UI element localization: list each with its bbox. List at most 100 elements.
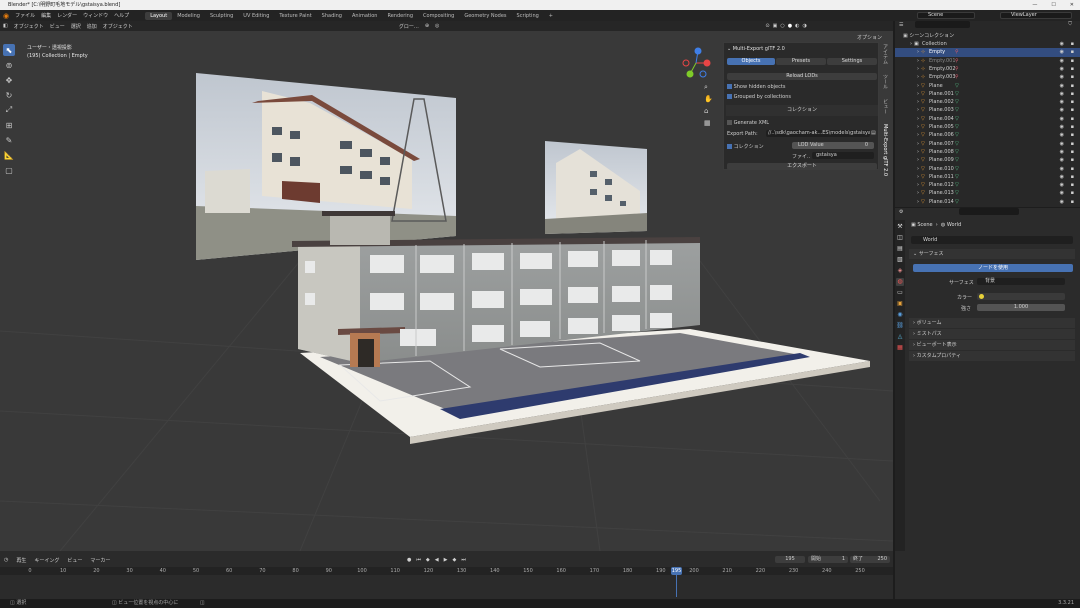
render-camera-icon[interactable]: ▪ (1071, 131, 1074, 139)
orientation-selector[interactable]: グロー… (399, 23, 419, 30)
add-workspace-icon[interactable]: + (544, 12, 558, 20)
render-camera-icon[interactable]: ▪ (1071, 181, 1074, 189)
outliner-object-row[interactable]: › ⊹ Empty.001 ⚲ ◉ ▪ (895, 57, 1080, 65)
next-keyframe-icon[interactable]: ◆ (452, 557, 456, 563)
move-tool-icon[interactable]: ✥ (3, 74, 15, 86)
viewport-options[interactable]: オプション (857, 34, 882, 41)
menu-keying[interactable]: キーイング (34, 557, 59, 564)
outliner-object-row[interactable]: › ▽ Plane.009 ▽ ◉ ▪ (895, 156, 1080, 164)
visibility-eye-icon[interactable]: ◉ (1060, 123, 1064, 131)
outliner-object-row[interactable]: › ▽ Plane.008 ▽ ◉ ▪ (895, 148, 1080, 156)
world-props-icon[interactable]: ◍ (896, 278, 904, 286)
render-camera-icon[interactable]: ▪ (1071, 165, 1074, 173)
tab-scripting[interactable]: Scripting (512, 12, 544, 20)
file-name-field[interactable]: gstaisya (812, 152, 874, 159)
outliner-object-row[interactable]: › ▽ Plane.011 ▽ ◉ ▪ (895, 173, 1080, 181)
expand-arrow-icon[interactable]: › (917, 115, 919, 123)
menu-render[interactable]: レンダー (57, 12, 77, 19)
menu-playback[interactable]: 再生 (16, 557, 26, 564)
sidebar-tab-item[interactable]: アイテム (882, 44, 889, 64)
navigation-gizmo[interactable] (682, 47, 711, 78)
outliner-object-row[interactable]: › ⊹ Empty ⚲ ◉ ▪ (895, 48, 1080, 57)
tab-objects[interactable]: Objects (727, 58, 775, 65)
expand-arrow-icon[interactable]: › (917, 156, 919, 164)
visibility-eye-icon[interactable]: ◉ (1060, 65, 1064, 73)
editor-type-icon[interactable]: ◧ (3, 23, 8, 29)
gizmo-neg-z[interactable] (699, 70, 707, 78)
expand-arrow-icon[interactable]: › (917, 189, 919, 197)
expand-arrow-icon[interactable]: › (917, 165, 919, 173)
view-layer-props-icon[interactable]: ▧ (896, 256, 904, 264)
collection-checkbox[interactable]: コレクション (727, 143, 764, 150)
generate-xml-checkbox[interactable]: Generate XML (727, 120, 769, 126)
visibility-eye-icon[interactable]: ◉ (1060, 90, 1064, 98)
gizmo-neg-x[interactable] (682, 59, 690, 67)
close-button[interactable]: ✕ (1070, 0, 1074, 10)
expand-arrow-icon[interactable]: › (917, 181, 919, 189)
menu-select[interactable]: 選択 (71, 23, 81, 30)
menu-object[interactable]: オブジェクト (103, 23, 133, 30)
tab-shading[interactable]: Shading (317, 12, 347, 20)
render-camera-icon[interactable]: ▪ (1071, 123, 1074, 131)
expand-arrow-icon[interactable]: › (917, 106, 919, 114)
gizmo-z-axis[interactable] (694, 47, 702, 55)
outliner-object-row[interactable]: › ⊹ Empty.002 ⚲ ◉ ▪ (895, 65, 1080, 73)
viewport-display-section-header[interactable]: › ビューポート表示 (909, 340, 1075, 350)
tool-props-icon[interactable]: ⚒ (896, 223, 904, 231)
camera-view-icon[interactable]: ⌂ (704, 105, 713, 117)
lod-value-field[interactable]: LOD Value 0 (792, 142, 874, 149)
visibility-eye-icon[interactable]: ◉ (1060, 98, 1064, 106)
filter-icon[interactable]: ⛉ (1068, 21, 1072, 27)
record-icon[interactable]: ● (407, 557, 411, 563)
outliner-object-row[interactable]: › ▽ Plane.013 ▽ ◉ ▪ (895, 189, 1080, 197)
tab-presets[interactable]: Presets (776, 58, 826, 65)
add-cube-icon[interactable]: ▢ (3, 164, 15, 176)
visibility-eye-icon[interactable]: ◉ (1060, 73, 1064, 81)
tab-uv-editing[interactable]: UV Editing (238, 12, 274, 20)
tab-animation[interactable]: Animation (347, 12, 383, 20)
outliner-object-row[interactable]: › ▽ Plane.012 ▽ ◉ ▪ (895, 181, 1080, 189)
blender-logo-icon[interactable]: ◉ (3, 12, 9, 20)
render-camera-icon[interactable]: ▪ (1071, 73, 1074, 81)
render-camera-icon[interactable]: ▪ (1071, 198, 1074, 206)
end-frame-field[interactable]: 終了 250 (850, 556, 890, 563)
custom-props-section-header[interactable]: › カスタムプロパティ (909, 351, 1075, 361)
constraints-props-icon[interactable]: ⛓ (896, 322, 904, 330)
visibility-eye-icon[interactable]: ◉ (1060, 82, 1064, 90)
texture-props-icon[interactable]: ▦ (896, 344, 904, 352)
render-camera-icon[interactable]: ▪ (1071, 57, 1074, 65)
transform-tool-icon[interactable]: ⊞ (3, 119, 15, 131)
strength-field[interactable]: 1.000 (977, 304, 1065, 311)
visibility-eye-icon[interactable]: ◉ (1060, 198, 1064, 206)
render-camera-icon[interactable]: ▪ (1071, 115, 1074, 123)
render-camera-icon[interactable]: ▪ (1071, 148, 1074, 156)
tab-layout[interactable]: Layout (145, 11, 173, 20)
properties-editor-icon[interactable]: ⚙ (899, 209, 903, 215)
show-hidden-checkbox[interactable]: Show hidden objects (727, 84, 785, 90)
expand-arrow-icon[interactable]: › (917, 140, 919, 148)
expand-arrow-icon[interactable]: › (917, 73, 919, 81)
maximize-button[interactable]: ☐ (1051, 0, 1055, 10)
visibility-eye-icon[interactable]: ◉ (1060, 57, 1064, 65)
expand-arrow-icon[interactable]: › (917, 198, 919, 206)
visibility-eye-icon[interactable]: ◉ (1060, 140, 1064, 148)
tab-sculpting[interactable]: Sculpting (205, 12, 238, 20)
xray-icon[interactable]: ▣ (773, 23, 778, 29)
outliner-object-row[interactable]: › ▽ Plane ▽ ◉ ▪ (895, 82, 1080, 90)
color-swatch[interactable] (977, 293, 1065, 300)
start-frame-field[interactable]: 開始 1 (808, 556, 848, 563)
expand-arrow-icon[interactable]: › (917, 82, 919, 90)
expand-arrow-icon[interactable]: › (917, 148, 919, 156)
sidebar-tab-multiexport[interactable]: Multi-Export glTF 2.0 (882, 124, 888, 176)
collection-section-header[interactable]: コレクション (726, 105, 878, 116)
volume-section-header[interactable]: › ボリューム (909, 318, 1075, 328)
sidebar-tab-tool[interactable]: ツール (882, 74, 889, 89)
visibility-eye-icon[interactable]: ◉ (1060, 165, 1064, 173)
tab-settings[interactable]: Settings (827, 58, 877, 65)
visibility-eye-icon[interactable]: ◉ (1060, 131, 1064, 139)
outliner-object-row[interactable]: › ⊹ Empty.003 ⚲ ◉ ▪ (895, 73, 1080, 81)
outliner-object-row[interactable]: › ▽ Plane.004 ▽ ◉ ▪ (895, 115, 1080, 123)
menu-edit[interactable]: 編集 (41, 12, 51, 19)
visibility-eye-icon[interactable]: ◉ (1060, 173, 1064, 181)
sidebar-tab-view[interactable]: ビュー (882, 99, 889, 114)
